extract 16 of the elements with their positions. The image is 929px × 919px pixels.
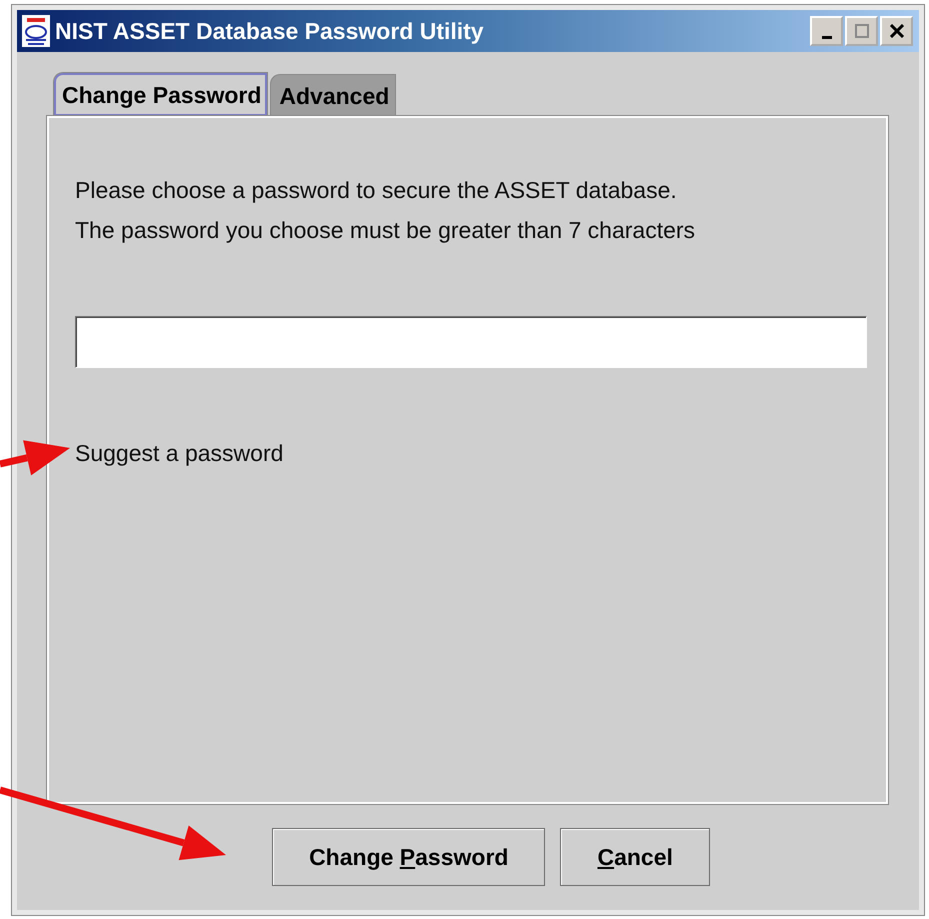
instruction-text: The password you choose must be greater than 7 characters (75, 216, 696, 245)
close-button[interactable] (880, 16, 913, 46)
maximize-icon (854, 24, 868, 38)
password-field[interactable] (75, 316, 867, 368)
close-icon (890, 24, 904, 38)
minimize-button[interactable] (810, 16, 843, 46)
suggest-password-link[interactable]: Suggest a password (75, 440, 284, 467)
minimize-icon (822, 36, 832, 39)
annotation-arrow (0, 440, 70, 476)
window-title: NIST ASSET Database Password Utility (55, 18, 485, 44)
app-logo-icon (21, 14, 51, 48)
instruction-text: Please choose a password to secure the ASSET database. (75, 176, 678, 205)
change-password-button[interactable]: Change Password (272, 828, 546, 886)
cancel-button[interactable]: Cancel (560, 828, 710, 886)
tab[interactable]: Change Password (53, 72, 268, 116)
tab[interactable]: Advanced (270, 74, 396, 116)
